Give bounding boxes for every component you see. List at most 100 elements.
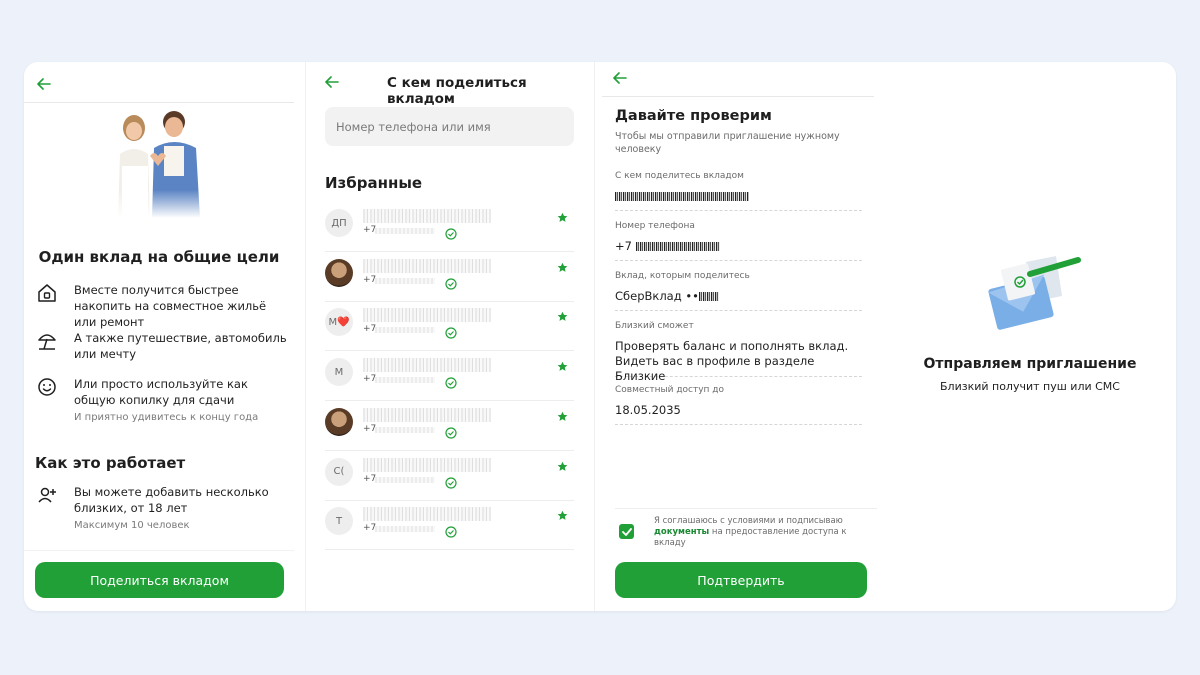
documents-link[interactable]: документы [654,527,709,537]
redacted-contact-name [363,358,491,373]
verified-check-icon [445,374,457,389]
invite-title: Отправляем приглашение [923,356,1137,372]
contact-row[interactable]: Т +7 [325,501,574,551]
verified-check-icon [445,523,457,538]
header-divider [602,96,874,97]
redacted-name [615,192,749,201]
redacted-contact-name [363,407,491,422]
field-value [615,189,862,204]
contact-row[interactable]: С(+7 [325,452,574,501]
avatar-photo [325,258,353,287]
confirm-button[interactable]: Подтвердить [615,562,867,598]
couple-illustration [102,106,214,218]
add-person-icon [36,484,58,506]
back-arrow-icon[interactable] [322,72,342,92]
verified-check-icon [445,225,457,240]
field-phone: Номер телефона +7 [615,221,862,261]
header-divider [24,102,294,103]
avatar-initials: ДП [325,209,353,237]
feature-hint: И приятно удивитесь к концу года [74,412,259,423]
redacted-phone [375,476,435,483]
house-icon [36,282,58,304]
consent-divider [615,508,877,509]
consent-text: Я соглашаюсь с условиями и подписываю до… [654,516,847,548]
field-permissions: Близкий сможет Проверять баланс и пополн… [615,321,862,383]
field-value: СберВклад •• [615,289,862,304]
beach-umbrella-icon [36,330,58,352]
panel-divider [305,62,306,611]
redacted-phone [375,377,435,384]
field-label: Вклад, которым поделитесь [615,271,750,281]
how-hint: Максимум 10 человек [74,520,190,531]
envelope-illustration [986,252,1086,338]
contact-row[interactable]: +7 [325,253,574,302]
intro-title: Один вклад на общие цели [38,248,280,266]
avatar-photo [325,407,353,436]
invite-subtitle: Близкий получит пуш или СМС [940,380,1120,393]
redacted-phone [375,277,435,284]
favorite-star-icon[interactable] [557,357,568,371]
favorite-star-icon[interactable] [557,258,568,272]
favorite-star-icon[interactable] [557,457,568,471]
confirm-subtitle: Чтобы мы отправили приглашение нужному ч… [615,131,840,155]
field-value: 18.05.2035 [615,403,681,417]
verified-check-icon [445,424,457,439]
favorite-star-icon[interactable] [557,208,568,222]
consent-checkbox[interactable] [619,524,634,539]
field-label: Совместный доступ до [615,385,725,395]
redacted-phone [635,242,720,251]
how-it-works-title: Как это работает [35,454,186,472]
redacted-phone [375,526,435,533]
page-title: С кем поделиться вкладом [387,75,527,107]
back-arrow-icon[interactable] [610,68,630,88]
favorite-star-icon[interactable] [557,307,568,322]
redacted-contact-name [363,457,491,472]
contact-row[interactable]: +7 [325,402,574,451]
how-text: Вы можете добавить несколько близких, от… [74,485,269,515]
contact-row[interactable]: М❤️ +7 [325,302,574,352]
avatar-initials: М [325,358,353,387]
favorite-star-icon[interactable] [557,506,568,521]
field-access-until: Совместный доступ до 18.05.2035 [615,385,862,425]
avatar-initials: Т [325,507,353,536]
search-placeholder: Номер телефона или имя [336,119,491,134]
panel-divider [594,62,595,611]
field-recipient: С кем поделитесь вкладом [615,171,862,211]
confirm-screen: Давайте проверим Чтобы мы отправили приг… [602,62,877,611]
confirm-title: Давайте проверим [615,108,772,124]
redacted-phone [375,228,435,234]
smile-icon [36,376,58,398]
intro-screen: Один вклад на общие цели Вместе получитс… [24,62,294,611]
share-deposit-button[interactable]: Поделиться вкладом [35,562,284,598]
feature-text: Вместе получится быстрее накопить на сов… [74,283,267,329]
feature-text: А также путешествие, автомобиль или мечт… [74,331,287,361]
redacted-contact-name [363,258,491,273]
choose-contact-screen: С кем поделиться вкладом Номер телефона … [312,62,587,611]
feature-text: Или просто используйте как общую копилку… [74,377,248,407]
redacted-contact-name [363,308,491,323]
avatar-initials: М❤️ [325,308,353,337]
field-label: С кем поделитесь вкладом [615,171,744,181]
avatar-initials: С( [325,457,353,486]
favorites-title: Избранные [325,174,423,192]
field-deposit: Вклад, которым поделитесь СберВклад •• [615,271,862,311]
field-value: Проверять баланс и пополнять вклад. Виде… [615,339,849,383]
redacted-account [698,292,719,301]
verified-check-icon [445,275,457,290]
redacted-contact-name [363,209,491,223]
screens-card: Один вклад на общие цели Вместе получитс… [24,62,1176,611]
field-value: +7 [615,239,862,254]
redacted-phone [375,327,435,334]
verified-check-icon [445,474,457,489]
redacted-contact-name [363,507,491,522]
invite-sent-screen: Отправляем приглашение Близкий получит п… [884,62,1176,611]
search-input[interactable]: Номер телефона или имя [325,107,574,146]
favorite-star-icon[interactable] [557,407,568,421]
field-label: Номер телефона [615,221,695,231]
contact-row[interactable]: М +7 [325,352,574,402]
contact-row[interactable]: ДП +7 [325,203,574,252]
bottom-divider [24,550,294,551]
verified-check-icon [445,324,457,339]
field-label: Близкий сможет [615,321,694,331]
back-arrow-icon[interactable] [34,74,54,94]
